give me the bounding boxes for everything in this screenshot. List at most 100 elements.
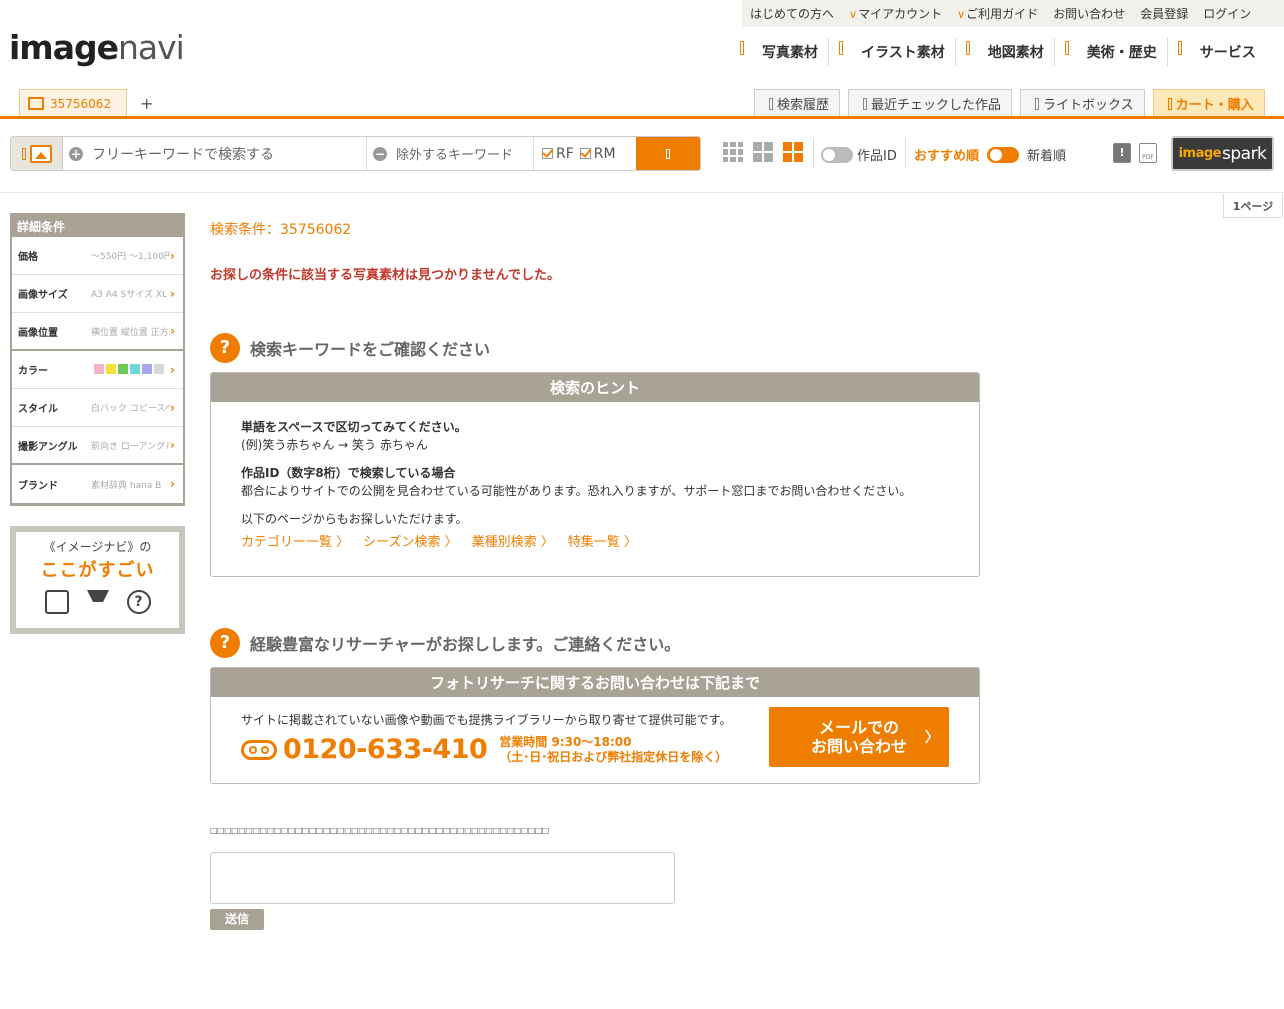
pdf-icon[interactable]: PDF: [1139, 143, 1157, 163]
hint-text: 以下のページからもお探しいただけます。: [241, 512, 468, 526]
top-link[interactable]: ∨マイアカウント: [849, 5, 942, 22]
imagespark-button[interactable]: image spark: [1171, 136, 1274, 171]
exclude-placeholder: 除外するキーワード: [396, 148, 514, 163]
main-nav-item[interactable]: イラスト素材: [829, 38, 956, 66]
top-link[interactable]: ∨ご利用ガイド: [957, 5, 1038, 22]
top-link-label: マイアカウント: [858, 7, 943, 21]
nav-marker-icon: [1177, 41, 1182, 55]
view-large-grid-icon[interactable]: [783, 142, 803, 162]
filter-label: ブランド: [18, 480, 58, 492]
search-submit-button[interactable]: [636, 137, 700, 170]
filter-row[interactable]: スタイル 白バック コピースペース›: [12, 389, 183, 427]
hint-text: (例)笑う赤ちゃん → 笑う 赤ちゃん: [241, 438, 428, 452]
logo-text-bold: image: [9, 28, 119, 67]
export-icons: ! PDF: [1113, 143, 1157, 163]
exclude-keyword-input[interactable]: − 除外するキーワード: [367, 137, 534, 170]
feedback-send-button[interactable]: 送信: [210, 909, 264, 930]
top-link[interactable]: はじめての方へ: [750, 5, 834, 22]
mail-inquiry-button[interactable]: メールでの お問い合わせ 〉: [769, 707, 949, 767]
main-nav-label: 地図素材: [987, 45, 1044, 61]
filter-row[interactable]: 画像位置 横位置 縦位置 正方形 ›: [12, 313, 183, 351]
plus-circle-icon: +: [69, 146, 83, 161]
main-nav-item[interactable]: 写真素材: [730, 38, 829, 66]
work-id-toggle[interactable]: [821, 146, 853, 163]
hint-link[interactable]: 業種別検索 〉: [472, 534, 554, 552]
main-nav-item[interactable]: 美術・歴史: [1055, 38, 1168, 66]
spark-text-a: image: [1178, 146, 1222, 161]
filter-label: 画像サイズ: [18, 290, 68, 301]
business-hours-note: （土･日･祝日および弊社指定休日を除く）: [499, 749, 728, 764]
history-icon: [769, 97, 773, 110]
image-search-button[interactable]: [11, 137, 63, 170]
top-link[interactable]: お問い合わせ: [1053, 5, 1125, 22]
nav-marker-icon: [839, 41, 843, 55]
tab-label: 最近チェックした作品: [871, 98, 1002, 113]
chevron-down-icon: ∨: [849, 8, 858, 21]
rm-label: RM: [593, 145, 616, 162]
hint-link[interactable]: カテゴリー一覧 〉: [241, 534, 349, 552]
chevron-right-icon: ›: [170, 362, 175, 377]
tab-recently-checked[interactable]: 最近チェックした作品: [848, 89, 1013, 117]
search-tab-active[interactable]: 35756062: [19, 89, 127, 117]
section-researcher: ? 経験豊富なリサーチャーがお探しします。ご連絡ください。: [210, 628, 680, 658]
sort-new-label[interactable]: 新着順: [1027, 145, 1066, 164]
tab-label: 検索履歴: [777, 98, 830, 113]
filter-row[interactable]: 画像サイズ A3 A4 Sサイズ XL ›: [12, 275, 183, 313]
tab-cart[interactable]: カート・購入: [1152, 89, 1265, 117]
panel-title: 検索のヒント: [211, 373, 979, 402]
main-nav-label: サービス: [1199, 45, 1256, 61]
divider: [813, 138, 814, 168]
tab-label: ライトボックス: [1043, 98, 1134, 113]
sort-recommended-label[interactable]: おすすめ順: [914, 145, 979, 164]
feedback-textarea[interactable]: [210, 852, 675, 904]
license-checkboxes: RF RM: [534, 137, 636, 170]
sort-toggle[interactable]: [987, 146, 1020, 163]
search-bar: + フリーキーワードで検索する − 除外するキーワード RF RM: [10, 136, 701, 171]
tab-lightbox[interactable]: ライトボックス: [1020, 89, 1145, 117]
filter-row[interactable]: 価格 〜550円 〜1,100円 ›: [12, 237, 183, 275]
work-id-label: 作品ID: [857, 149, 897, 164]
filter-row[interactable]: ブランド 素材辞典 hana B ›: [12, 465, 183, 503]
filter-label: 価格: [18, 252, 38, 263]
nav-marker-icon: [740, 41, 744, 55]
trophy-icon: [86, 590, 109, 612]
filter-label: スタイル: [18, 404, 58, 415]
report-icon[interactable]: !: [1113, 143, 1131, 163]
search-condition: 検索条件：35756062: [210, 222, 352, 238]
search-tab-label: 35756062: [50, 96, 112, 111]
main-nav-item[interactable]: 地図素材: [956, 38, 1055, 66]
top-link[interactable]: ログイン: [1203, 5, 1251, 22]
rm-checkbox[interactable]: RM: [579, 145, 616, 162]
filter-row[interactable]: カラー ›: [12, 351, 183, 389]
minus-circle-icon: −: [373, 146, 387, 161]
site-logo[interactable]: imagenavi: [9, 28, 185, 67]
hint-link[interactable]: シーズン検索 〉: [363, 534, 457, 552]
filter-value: A3 A4 Sサイズ XL: [91, 290, 167, 300]
filter-value: 白バック コピースペース: [91, 404, 171, 414]
top-link-label: ご利用ガイド: [966, 7, 1039, 21]
color-swatch: [106, 364, 117, 375]
tab-underline: [0, 116, 1284, 119]
nav-marker-icon: [965, 41, 970, 55]
rf-checkbox[interactable]: RF: [542, 146, 574, 162]
gallery-icon: [44, 590, 69, 614]
filter-label: カラー: [18, 366, 48, 377]
promo-box[interactable]: 《イメージナビ》の ここがすごい ?: [10, 526, 185, 634]
add-tab-button[interactable]: +: [140, 94, 153, 113]
section-title: 検索キーワードをご確認ください: [250, 340, 491, 359]
color-swatch: [154, 364, 165, 375]
keyword-input[interactable]: + フリーキーワードで検索する: [63, 137, 367, 170]
view-small-grid-icon[interactable]: [723, 142, 743, 162]
hint-link[interactable]: 特集一覧 〉: [568, 534, 637, 552]
keyword-placeholder: フリーキーワードで検索する: [92, 146, 274, 163]
filter-label: 画像位置: [18, 327, 58, 339]
divider-line: [0, 192, 1284, 193]
filter-row[interactable]: 撮影アングル 前向き ローアングル ›: [12, 427, 183, 465]
tab-search-history[interactable]: 検索履歴: [754, 89, 841, 117]
phone-number[interactable]: 0120-633-410: [283, 734, 488, 765]
top-link[interactable]: 会員登録: [1140, 5, 1188, 22]
top-link-label: ログイン: [1203, 7, 1252, 21]
view-medium-grid-icon[interactable]: [753, 142, 773, 162]
chevron-right-icon: ›: [170, 324, 175, 338]
main-nav-item[interactable]: サービス: [1168, 38, 1266, 66]
